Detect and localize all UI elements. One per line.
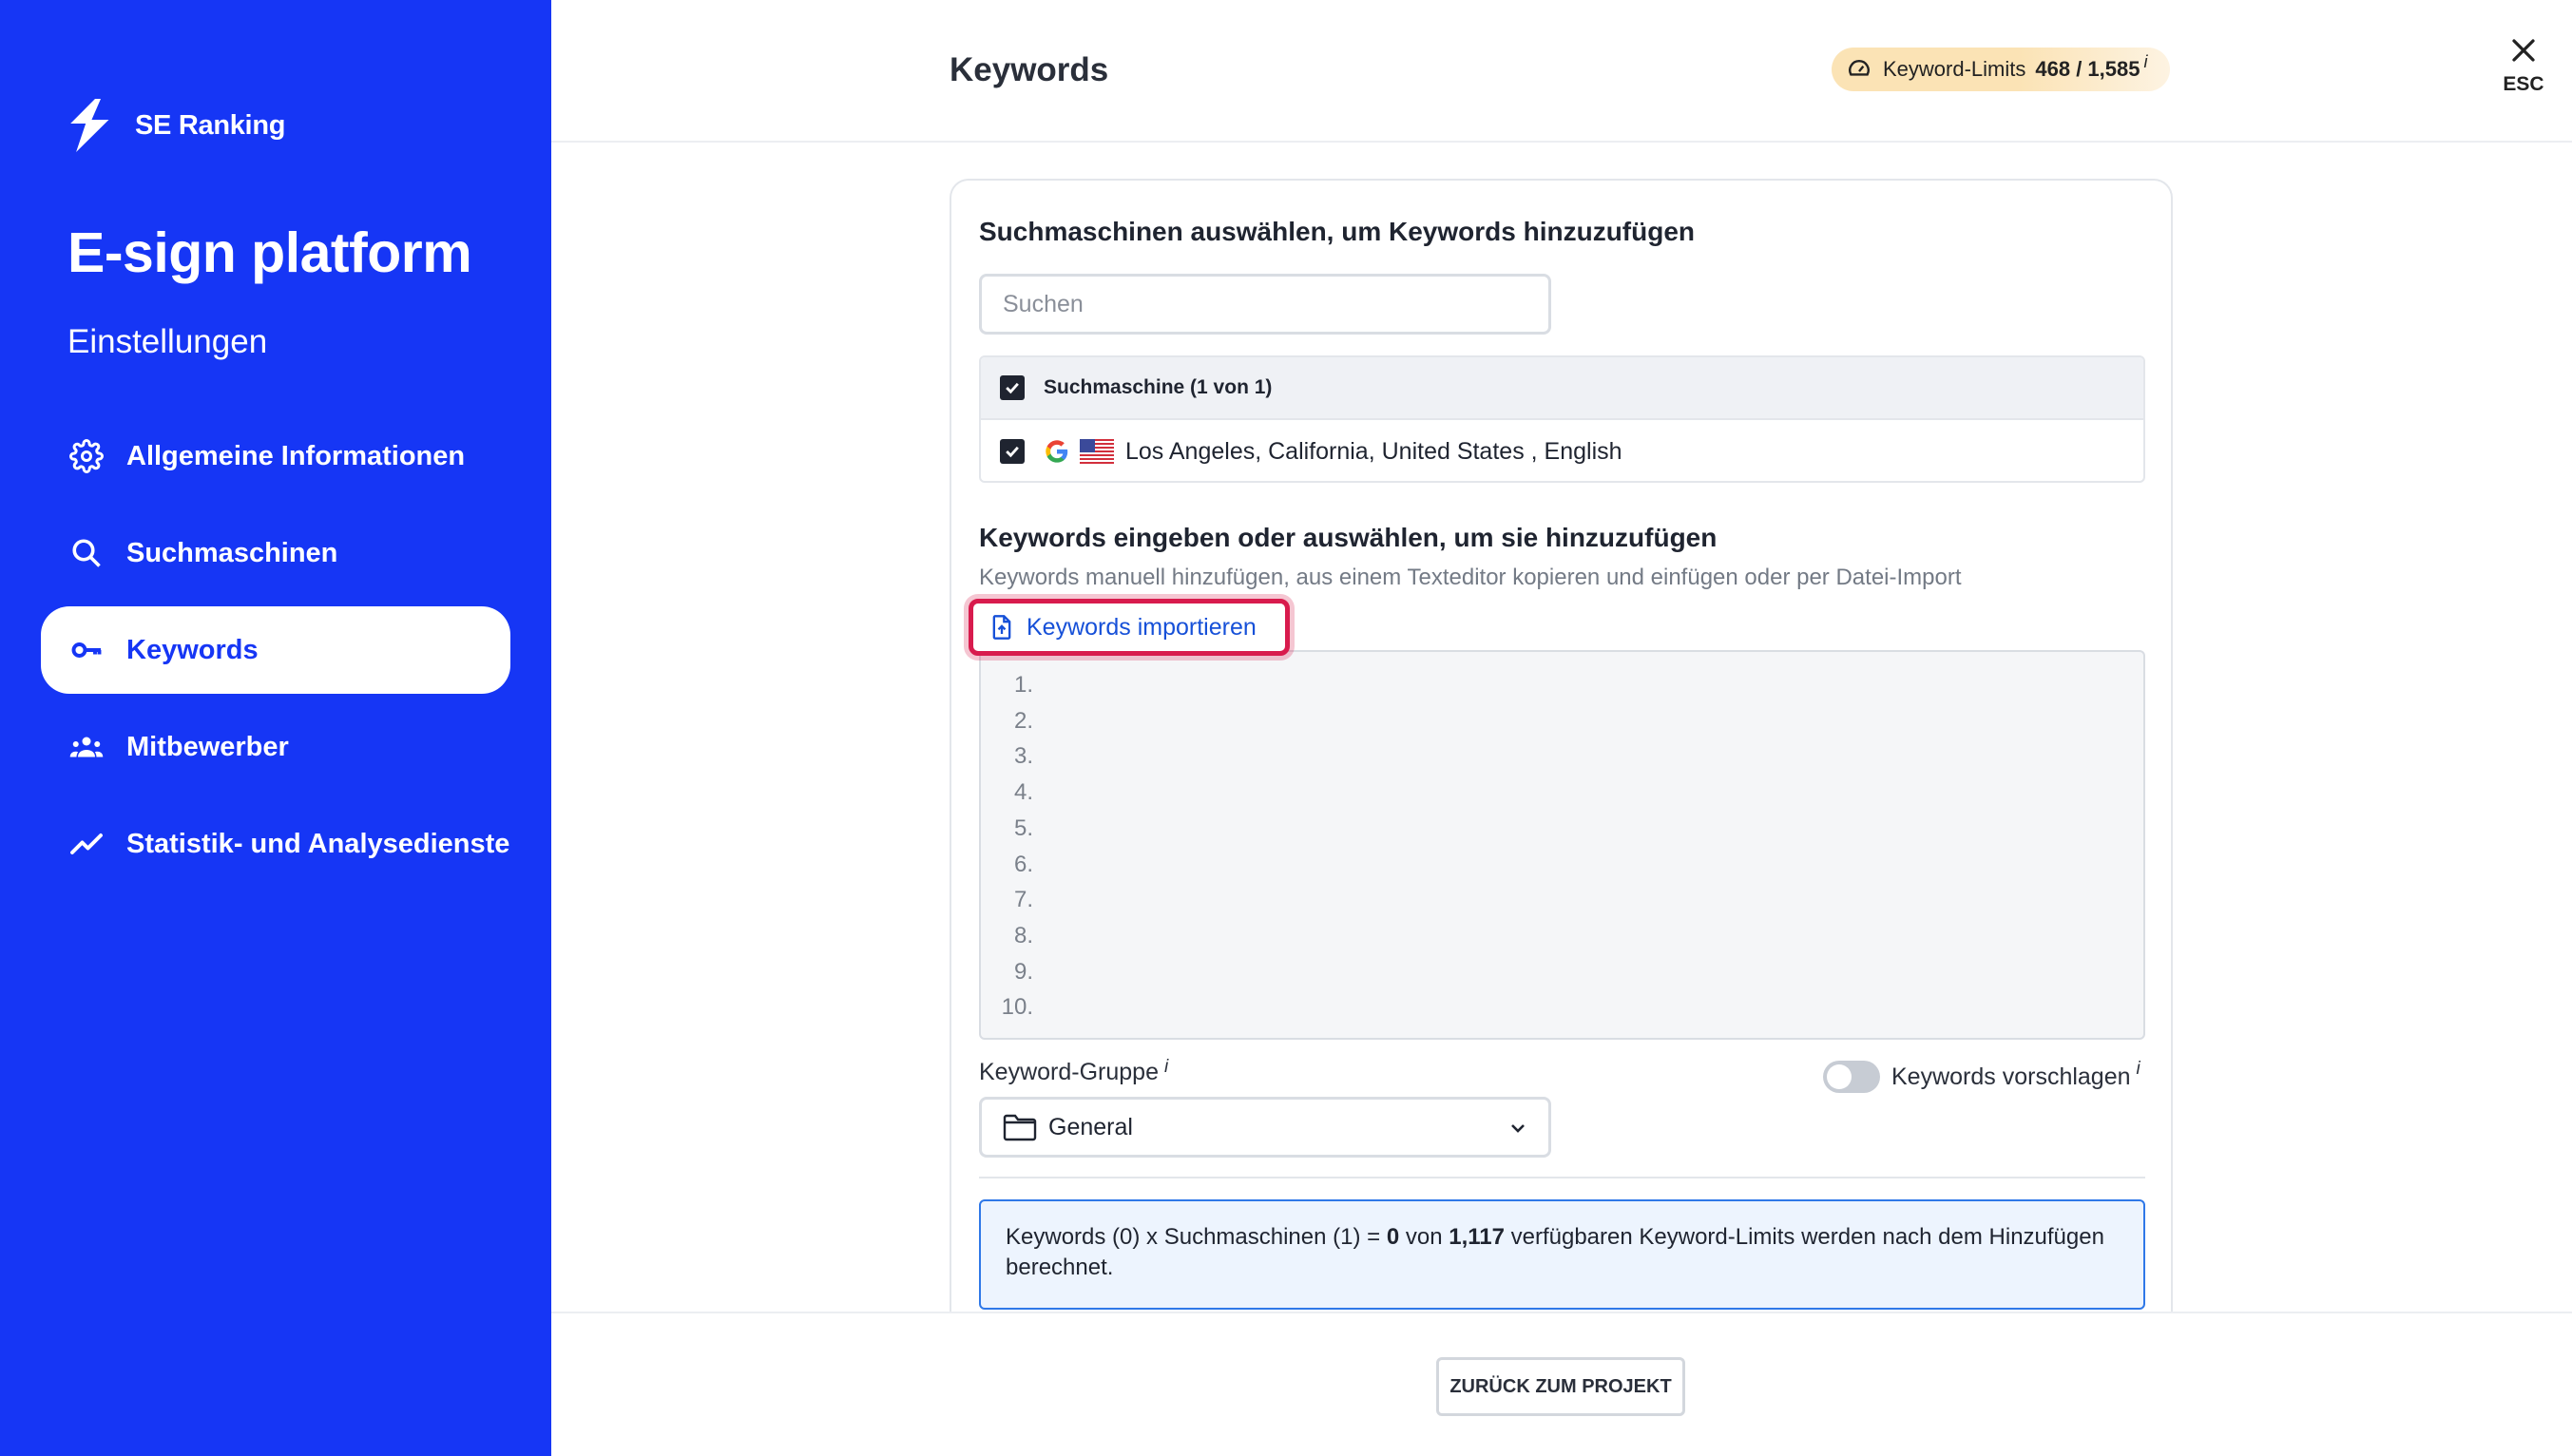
line-number: 10. — [1001, 994, 1033, 1021]
users-icon — [67, 728, 106, 766]
page-footer: ZURÜCK ZUM PROJEKT — [551, 1312, 2572, 1456]
google-icon — [1046, 440, 1068, 463]
keywords-card: Suchmaschinen auswählen, um Keywords hin… — [950, 179, 2173, 1319]
import-keywords-label: Keywords importieren — [1027, 613, 1257, 641]
line-number: 8. — [1013, 922, 1033, 948]
info-icon[interactable]: i — [2137, 1059, 2140, 1080]
brand-logo[interactable]: SE Ranking — [67, 99, 285, 152]
sidebar-item-label: Keywords — [126, 634, 259, 665]
engine-checkbox[interactable] — [1000, 439, 1025, 464]
line-number: 6. — [1013, 851, 1033, 877]
line-number: 3. — [1013, 743, 1033, 770]
sidebar-item-competitors[interactable]: Mitbewerber — [41, 703, 510, 791]
keyword-limits-label: Keyword-Limits — [1883, 57, 2026, 81]
gear-icon — [67, 437, 106, 475]
trend-line-icon — [67, 825, 106, 863]
line-number: 1. — [1013, 672, 1033, 698]
file-upload-icon — [992, 615, 1011, 640]
keywords-textarea[interactable]: 1. 2. 3. 4. 5. 6. 7. 8. 9. 10. — [979, 650, 2145, 1040]
sidebar: SE Ranking E-sign platform Einstellungen… — [0, 0, 551, 1456]
notice-available: 1,117 — [1449, 1224, 1505, 1250]
line-number: 7. — [1013, 887, 1033, 913]
engine-list: Suchmaschine (1 von 1) Los Angeles, Cali… — [979, 355, 2145, 483]
sidebar-item-label: Suchmaschinen — [126, 537, 338, 568]
sidebar-item-search-engines[interactable]: Suchmaschinen — [41, 509, 510, 597]
notice-count: 0 — [1386, 1224, 1400, 1250]
keyword-group-value: General — [1048, 1113, 1133, 1140]
sidebar-item-label: Allgemeine Informationen — [126, 440, 466, 471]
keywords-subtext: Keywords manuell hinzufügen, aus einem T… — [979, 565, 1962, 590]
line-numbers: 1. 2. 3. 4. 5. 6. 7. 8. 9. 10. — [981, 667, 1033, 1025]
line-number: 2. — [1013, 707, 1033, 734]
keyword-group-select[interactable]: General — [979, 1097, 1551, 1158]
engine-list-header-label: Suchmaschine (1 von 1) — [1044, 376, 1273, 398]
engine-row-label: Los Angeles, California, United States ,… — [1125, 437, 1622, 465]
keyword-group-label: Keyword-Gruppe i — [979, 1057, 1168, 1086]
divider — [979, 1177, 2145, 1178]
sidebar-item-keywords[interactable]: Keywords — [41, 606, 510, 694]
limits-notice: Keywords (0) x Suchmaschinen (1) = 0 von… — [979, 1199, 2145, 1310]
page-title: Keywords — [950, 51, 1109, 88]
select-all-checkbox[interactable] — [1000, 375, 1025, 400]
checkmark-icon — [1006, 382, 1019, 394]
sidebar-nav: Allgemeine Informationen Suchmaschinen K… — [41, 412, 510, 897]
brand-name: SE Ranking — [135, 109, 286, 141]
line-number: 4. — [1013, 779, 1033, 806]
close-button[interactable]: ESC — [2490, 36, 2557, 96]
sidebar-item-analytics[interactable]: Statistik- und Analysedienste — [41, 800, 510, 888]
gauge-icon — [1849, 60, 1870, 76]
engine-row[interactable]: Los Angeles, California, United States ,… — [981, 420, 2143, 481]
notice-text-1: Keywords (0) x Suchmaschinen (1) = — [1006, 1224, 1387, 1250]
close-icon — [2512, 39, 2535, 62]
folder-icon — [1003, 1114, 1037, 1141]
project-title: E-sign platform — [67, 221, 472, 284]
keyword-group-label-text: Keyword-Gruppe — [979, 1059, 1159, 1085]
suggest-keywords-label: Keywords vorschlagen — [1891, 1063, 2131, 1090]
checkmark-icon — [1006, 446, 1019, 458]
engine-search-input[interactable] — [979, 274, 1551, 335]
key-icon — [67, 631, 106, 669]
keyword-limits-badge[interactable]: Keyword-Limits 468 / 1,585 i — [1832, 48, 2171, 91]
suggest-keywords-toggle[interactable] — [1823, 1061, 1880, 1093]
keyword-limits-value: 468 / 1,585 — [2035, 57, 2140, 81]
engines-section-title: Suchmaschinen auswählen, um Keywords hin… — [979, 217, 1696, 246]
suggest-keywords-control: Keywords vorschlagen i — [1823, 1059, 2140, 1093]
page-header: Keywords Keyword-Limits 468 / 1,585 i ES… — [551, 0, 2572, 143]
line-number: 5. — [1013, 814, 1033, 841]
info-icon[interactable]: i — [1164, 1057, 1168, 1077]
sidebar-item-general-info[interactable]: Allgemeine Informationen — [41, 412, 510, 500]
notice-text-2: von — [1399, 1224, 1449, 1250]
info-icon[interactable]: i — [2143, 52, 2147, 72]
engine-list-header: Suchmaschine (1 von 1) — [981, 357, 2143, 420]
sidebar-item-label: Mitbewerber — [126, 731, 289, 762]
us-flag-icon — [1080, 439, 1114, 464]
keywords-section-title: Keywords eingeben oder auswählen, um sie… — [979, 523, 1718, 552]
project-subtitle: Einstellungen — [67, 323, 268, 360]
esc-label: ESC — [2503, 73, 2544, 95]
lightning-logo-icon — [70, 99, 109, 152]
sidebar-item-label: Statistik- und Analysedienste — [126, 828, 510, 859]
line-number: 9. — [1013, 958, 1033, 985]
back-to-project-button[interactable]: ZURÜCK ZUM PROJEKT — [1436, 1357, 1685, 1416]
search-icon — [67, 534, 106, 572]
import-keywords-button[interactable]: Keywords importieren — [969, 599, 1290, 656]
chevron-down-icon — [1511, 1124, 1525, 1133]
